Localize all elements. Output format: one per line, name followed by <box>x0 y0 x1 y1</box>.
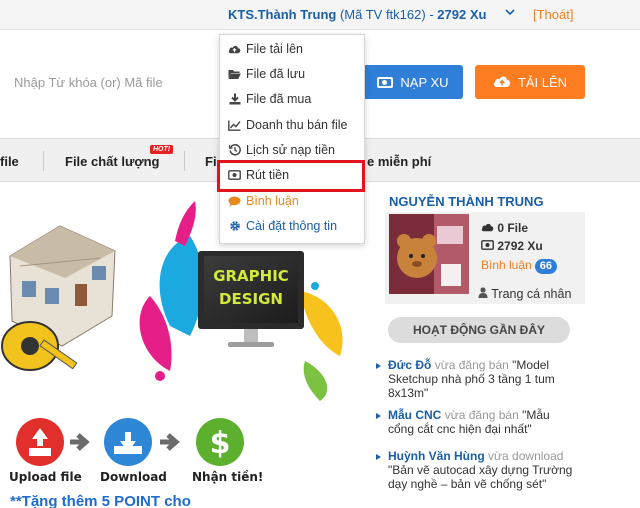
monitor-text-line2: DESIGN <box>219 290 283 308</box>
nav-item-file[interactable]: file <box>0 154 19 169</box>
nav-divider <box>184 151 185 171</box>
logout-link[interactable]: [Thoát] <box>533 7 573 22</box>
menu-item-topup-history[interactable]: Lịch sử nạp tiền <box>228 143 335 157</box>
menu-item-label: Doanh thu bán file <box>246 118 348 132</box>
cloud-upload-icon <box>228 43 241 55</box>
gear-icon <box>228 220 241 232</box>
profile-comments-label[interactable]: Bình luận <box>481 258 532 272</box>
nav-divider <box>43 151 44 171</box>
activity-verb: vừa đăng bán <box>444 408 519 422</box>
user-account-link[interactable]: KTS.Thành Trung (Mã TV ftk162) - 2792 Xu <box>228 7 486 22</box>
step-label-earn: Nhận tiền! <box>192 470 264 484</box>
activity-verb: vừa đăng bán <box>434 358 509 372</box>
profile-files-stat: 0 File <box>481 221 528 235</box>
caret-right-icon <box>376 454 381 460</box>
menu-item-settings[interactable]: Cài đặt thông tin <box>228 219 337 233</box>
nav-item-quality-files[interactable]: File chất lượng <box>65 154 160 169</box>
user-icon <box>478 287 491 301</box>
profile-points-value: 2792 Xu <box>497 239 543 253</box>
profile-comments-link[interactable]: Bình luận 66 <box>481 258 557 274</box>
activity-text[interactable]: "Bản vẽ autocad xây dựng Trường dạy nghề… <box>388 463 572 491</box>
chevron-down-icon[interactable] <box>505 6 515 20</box>
upload-button-label: TẢI LÊN <box>517 74 568 90</box>
money-icon <box>481 239 497 253</box>
svg-text:$: $ <box>210 426 231 461</box>
activity-user[interactable]: Mẫu CNC <box>388 408 441 422</box>
menu-item-sales-revenue[interactable]: Doanh thu bán file <box>228 118 347 132</box>
profile-files-count: 0 File <box>497 221 529 235</box>
recent-activity-heading: HOẠT ĐỘNG GẦN ĐÂY <box>388 317 570 343</box>
activity-user[interactable]: Huỳnh Văn Hùng <box>388 449 485 463</box>
topup-button[interactable]: NẠP XU <box>363 65 463 99</box>
highlight-box-withdraw <box>217 160 365 192</box>
member-id: (Mã TV ftk162) <box>339 7 426 22</box>
menu-item-uploaded-files[interactable]: File tải lên <box>228 42 303 56</box>
menu-item-label: Bình luận <box>246 194 299 208</box>
caret-right-icon <box>376 363 381 369</box>
activity-item[interactable]: Huỳnh Văn Hùng vừa download "Bản vẽ auto… <box>376 449 578 491</box>
activity-item[interactable]: Đức Đỗ vừa đăng bán "Model Sketchup nhà … <box>376 358 578 400</box>
menu-item-label: Cài đặt thông tin <box>246 219 338 233</box>
avatar[interactable] <box>389 214 469 294</box>
cloud-upload-icon <box>493 74 511 91</box>
menu-item-label: File đã mua <box>246 92 312 106</box>
menu-item-purchased-files[interactable]: File đã mua <box>228 92 311 106</box>
caret-right-icon <box>376 413 381 419</box>
profile-page-link[interactable]: Trang cá nhân <box>478 287 571 301</box>
monitor-text-line1: GRAPHIC <box>213 267 289 285</box>
comment-icon <box>228 195 241 207</box>
step-label-download: Download <box>100 470 167 484</box>
activity-item[interactable]: Mẫu CNC vừa đăng bán "Mẫu cổng cắt cnc h… <box>376 408 578 436</box>
menu-item-label: File tải lên <box>246 42 303 56</box>
user-points: 2792 Xu <box>437 7 487 22</box>
points-separator: - <box>429 7 434 22</box>
folder-open-icon <box>228 68 241 80</box>
profile-page-label[interactable]: Trang cá nhân <box>491 287 571 301</box>
menu-item-comments[interactable]: Bình luận <box>228 194 299 208</box>
activity-verb: vừa download <box>488 449 564 463</box>
comments-count-badge: 66 <box>534 259 557 274</box>
nav-item-partial[interactable]: Fi <box>205 154 217 169</box>
profile-name[interactable]: NGUYỄN THÀNH TRUNG <box>389 194 544 209</box>
line-chart-icon <box>228 119 241 131</box>
user-name[interactable]: KTS.Thành Trung <box>228 7 336 22</box>
topup-button-label: NẠP XU <box>400 74 449 90</box>
hot-badge: HOT! <box>150 145 174 154</box>
promo-text: **Tặng thêm 5 POINT cho <box>10 493 191 508</box>
account-dropdown-menu <box>219 34 365 244</box>
step-label-upload: Upload file <box>9 470 82 484</box>
upload-button[interactable]: TẢI LÊN <box>475 65 585 99</box>
activity-user[interactable]: Đức Đỗ <box>388 358 431 372</box>
history-icon <box>228 144 241 156</box>
top-bar: KTS.Thành Trung (Mã TV ftk162) - 2792 Xu… <box>0 0 640 30</box>
cloud-upload-icon <box>481 221 497 235</box>
menu-item-label: File đã lưu <box>246 67 306 81</box>
profile-points-stat: 2792 Xu <box>481 239 543 253</box>
download-icon <box>228 93 241 105</box>
nav-item-free-files[interactable]: e miễn phí <box>367 154 431 169</box>
menu-item-label: Lịch sử nạp tiền <box>246 143 335 157</box>
menu-item-saved-files[interactable]: File đã lưu <box>228 67 305 81</box>
money-icon <box>377 76 394 88</box>
